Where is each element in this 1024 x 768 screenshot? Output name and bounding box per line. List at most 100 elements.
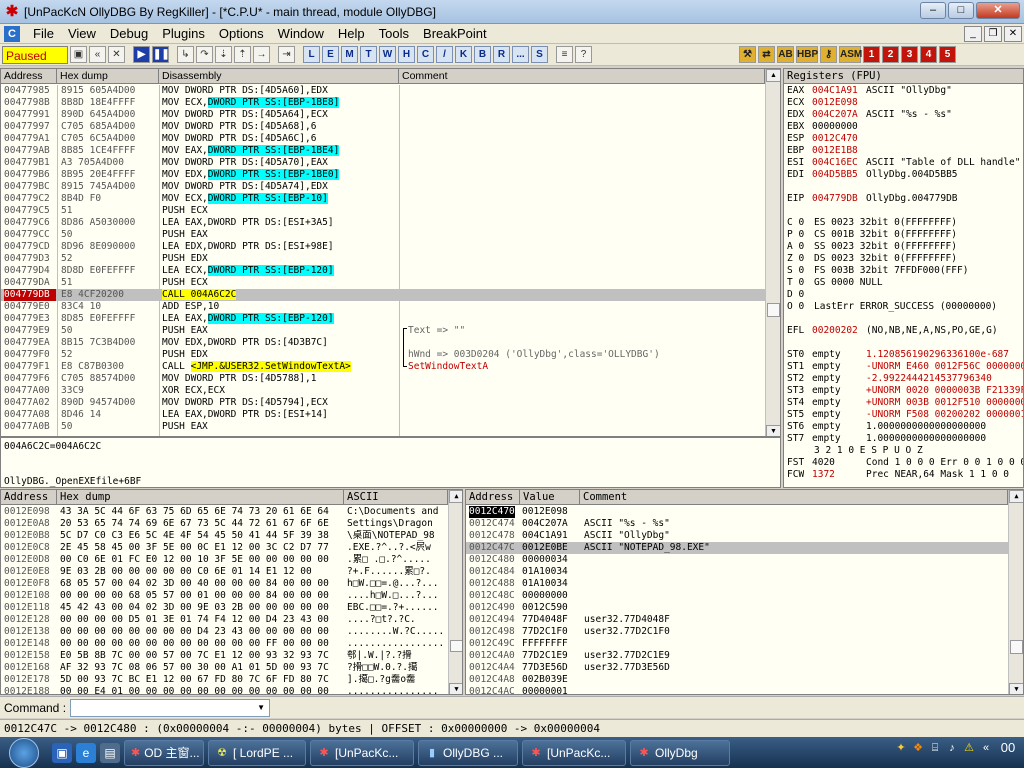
help-icon[interactable]: ? bbox=[575, 46, 592, 63]
register-row[interactable]: O 0 LastErr ERROR_SUCCESS (00000000) bbox=[784, 301, 1023, 313]
tray-warning-icon[interactable]: ⚠ bbox=[962, 741, 976, 755]
dump-row[interactable]: 0012E178 5D 00 93 7C BC E1 12 00 67 FD 80… bbox=[1, 674, 448, 686]
register-row[interactable]: ESP 0012C470 bbox=[784, 133, 1023, 145]
disasm-row[interactable]: 004779C6 8D86 A5030000 LEA EAX,DWORD PTR D… bbox=[1, 217, 765, 229]
stack-row[interactable]: 0012C488 01A10034 bbox=[466, 578, 1008, 590]
handles-window-button[interactable]: H bbox=[398, 46, 415, 63]
register-row[interactable]: EAX 004C1A91 ASCII "OllyDbg" bbox=[784, 85, 1023, 97]
scroll-up-arrow-icon[interactable]: ▲ bbox=[766, 69, 780, 82]
dump-row[interactable]: 0012E138 00 00 00 00 00 00 00 00 D4 23 43… bbox=[1, 626, 448, 638]
execute-till-return-icon[interactable]: → bbox=[253, 46, 270, 63]
mdi-close-button[interactable]: ✕ bbox=[1004, 26, 1022, 42]
register-row[interactable]: ST2 empty -2.9922444214537796340 bbox=[784, 373, 1023, 385]
restart-icon[interactable]: « bbox=[89, 46, 106, 63]
scroll-down-arrow-icon[interactable]: ▼ bbox=[449, 683, 462, 694]
goto-icon[interactable]: ⇥ bbox=[278, 46, 295, 63]
disasm-row[interactable]: 00477A00 33C9 XOR ECX,ECX bbox=[1, 385, 765, 397]
dump-row[interactable]: 0012E148 00 00 00 00 00 00 00 00 00 00 00… bbox=[1, 638, 448, 650]
register-row[interactable]: T 0 GS 0000 NULL bbox=[784, 277, 1023, 289]
dump-row[interactable]: 0012E0E8 9E 03 2B 00 00 00 00 00 C0 6E 01… bbox=[1, 566, 448, 578]
disasm-row[interactable]: 00477997 C705 685A4D00 MOV DWORD PTR DS:[4… bbox=[1, 121, 765, 133]
mdi-restore-button[interactable]: ❐ bbox=[984, 26, 1002, 42]
command-input[interactable]: ▼ bbox=[70, 698, 271, 717]
menu-view[interactable]: View bbox=[61, 24, 103, 44]
register-row[interactable]: ST3 empty +UNORM 0020 0000003B F21339F0 bbox=[784, 385, 1023, 397]
bookmark-3-button[interactable]: 3 bbox=[901, 46, 918, 63]
disasm-row[interactable]: 004779CC 50 PUSH EAX bbox=[1, 229, 765, 241]
register-row[interactable]: ST1 empty -UNORM E460 0012F56C 00000000 bbox=[784, 361, 1023, 373]
disasm-row[interactable]: 00477A08 8D46 14 LEA EAX,DWORD PTR DS:[ESI… bbox=[1, 409, 765, 421]
stack-row[interactable]: 0012C490 0012C590 bbox=[466, 602, 1008, 614]
register-row[interactable] bbox=[784, 313, 1023, 325]
disasm-row[interactable]: 004779D4 8D8D E0FEFFFF LEA ECX,DWORD PTR S… bbox=[1, 265, 765, 277]
task-ollydbg[interactable]: ✱ OllyDbg bbox=[630, 739, 730, 766]
stack-row[interactable]: 0012C474 004C207A ASCII "%s - %s" bbox=[466, 518, 1008, 530]
disasm-row[interactable]: 004779E0 83C4 10 ADD ESP,10 bbox=[1, 301, 765, 313]
disasm-row[interactable]: 004779AB 8B85 1CE4FFFF MOV EAX,DWORD PTR S… bbox=[1, 145, 765, 157]
disassembly-pane[interactable]: Address Hex dump Disassembly Comment 004… bbox=[0, 68, 781, 437]
plugin-tool-icon[interactable]: ⚒ bbox=[739, 46, 756, 63]
plugin-lock-icon[interactable]: ⚷ bbox=[820, 46, 837, 63]
dump-col-ascii[interactable]: ASCII bbox=[344, 490, 448, 505]
stack-row[interactable]: 0012C484 01A10034 bbox=[466, 566, 1008, 578]
cpu-window-button[interactable]: C bbox=[417, 46, 434, 63]
register-row[interactable]: S 0 FS 003B 32bit 7FFDF000(FFF) bbox=[784, 265, 1023, 277]
disasm-row[interactable]: 00477991 890D 645A4D00 MOV DWORD PTR DS:[4… bbox=[1, 109, 765, 121]
stack-pane[interactable]: Address Value Comment 0012C470 0012E098 00… bbox=[465, 489, 1024, 695]
register-row[interactable]: EFL 00200202 (NO,NB,NE,A,NS,PO,GE,G) bbox=[784, 325, 1023, 337]
dump-row[interactable]: 0012E188 00 00 E4 01 00 00 00 00 00 00 00… bbox=[1, 686, 448, 694]
register-row[interactable] bbox=[784, 181, 1023, 193]
bookmark-1-button[interactable]: 1 bbox=[863, 46, 880, 63]
trace-into-icon[interactable]: ⇣ bbox=[215, 46, 232, 63]
log-window-button[interactable]: L bbox=[303, 46, 320, 63]
scroll-up-arrow-icon[interactable]: ▲ bbox=[1009, 490, 1023, 503]
stack-row[interactable]: 0012C49C FFFFFFFF bbox=[466, 638, 1008, 650]
stack-col-value[interactable]: Value bbox=[520, 490, 580, 505]
task-unpackcn-2[interactable]: ✱ [UnPacKc... bbox=[522, 739, 626, 766]
register-row[interactable]: EDI 004D5BB5 OllyDbg.004D5BB5 bbox=[784, 169, 1023, 181]
task-unpackcn-1[interactable]: ✱ [UnPacKc... bbox=[310, 739, 414, 766]
patches-window-button[interactable]: / bbox=[436, 46, 453, 63]
menu-help[interactable]: Help bbox=[331, 24, 372, 44]
task-ollydbg-folder[interactable]: ▮ OllyDBG ... bbox=[418, 739, 518, 766]
tray-app-icon[interactable]: ✦ bbox=[894, 741, 908, 755]
disasm-row[interactable]: 004779F1 E8 C87B0300 CALL <JMP.&USER32.Set… bbox=[1, 361, 765, 373]
references-window-button[interactable]: R bbox=[493, 46, 510, 63]
register-row[interactable]: Z 0 DS 0023 32bit 0(FFFFFFFF) bbox=[784, 253, 1023, 265]
register-row[interactable] bbox=[784, 205, 1023, 217]
run-trace-button[interactable]: ... bbox=[512, 46, 529, 63]
col-disassembly[interactable]: Disassembly bbox=[159, 69, 399, 84]
register-row[interactable]: C 0 ES 0023 32bit 0(FFFFFFFF) bbox=[784, 217, 1023, 229]
stack-row[interactable]: 0012C4A4 77D3E56D user32.77D3E56D bbox=[466, 662, 1008, 674]
asm-button[interactable]: ASM bbox=[839, 46, 862, 63]
stack-row[interactable]: 0012C470 0012E098 bbox=[466, 506, 1008, 518]
menu-breakpoint[interactable]: BreakPoint bbox=[416, 24, 494, 44]
minimize-button[interactable]: – bbox=[920, 2, 946, 19]
dump-row[interactable]: 0012E108 00 00 00 00 68 05 57 00 01 00 00… bbox=[1, 590, 448, 602]
open-icon[interactable]: ▣ bbox=[70, 46, 87, 63]
menu-options[interactable]: Options bbox=[212, 24, 271, 44]
dump-row[interactable]: 0012E118 45 42 43 00 04 02 3D 00 9E 03 2B… bbox=[1, 602, 448, 614]
scroll-down-arrow-icon[interactable]: ▼ bbox=[1009, 683, 1023, 694]
dump-row[interactable]: 0012E098 43 3A 5C 44 6F 63 75 6D 65 6E 74… bbox=[1, 506, 448, 518]
call-stack-button[interactable]: K bbox=[455, 46, 472, 63]
register-row[interactable]: FST 4020 Cond 1 0 0 0 Err 0 0 1 0 0 0 bbox=[784, 457, 1023, 469]
disasm-row[interactable]: 004779D3 52 PUSH EDX bbox=[1, 253, 765, 265]
task-lordpe[interactable]: ☢[ LordPE ... bbox=[208, 739, 306, 766]
disasm-row[interactable]: 004779C5 51 PUSH ECX bbox=[1, 205, 765, 217]
disasm-row[interactable]: 004779F6 C705 88574D00 MOV DWORD PTR DS:[4… bbox=[1, 373, 765, 385]
register-row[interactable]: P 0 CS 001B 32bit 0(FFFFFFFF) bbox=[784, 229, 1023, 241]
dump-col-hex[interactable]: Hex dump bbox=[57, 490, 344, 505]
dump-row[interactable]: 0012E0C8 2E 45 58 45 00 3F 5E 00 0C E1 12… bbox=[1, 542, 448, 554]
menu-debug[interactable]: Debug bbox=[103, 24, 155, 44]
disasm-row[interactable]: 004779A1 C705 6C5A4D00 MOV DWORD PTR DS:[4… bbox=[1, 133, 765, 145]
dump-scrollbar[interactable]: ▲ ▼ bbox=[448, 490, 462, 694]
disasm-row[interactable]: 004779E9 50 PUSH EAX Text => "" bbox=[1, 325, 765, 337]
stack-row[interactable]: 0012C4A8 002B039E bbox=[466, 674, 1008, 686]
stack-row[interactable]: 0012C4AC 00000001 bbox=[466, 686, 1008, 694]
maximize-button[interactable]: □ bbox=[948, 2, 974, 19]
disasm-row[interactable]: 004779F0 52 PUSH EDX hWnd => 003D0204 ('Oll… bbox=[1, 349, 765, 361]
register-row[interactable]: EBP 0012E1B8 bbox=[784, 145, 1023, 157]
plugin-swap-icon[interactable]: ⇄ bbox=[758, 46, 775, 63]
menu-plugins[interactable]: Plugins bbox=[155, 24, 212, 44]
